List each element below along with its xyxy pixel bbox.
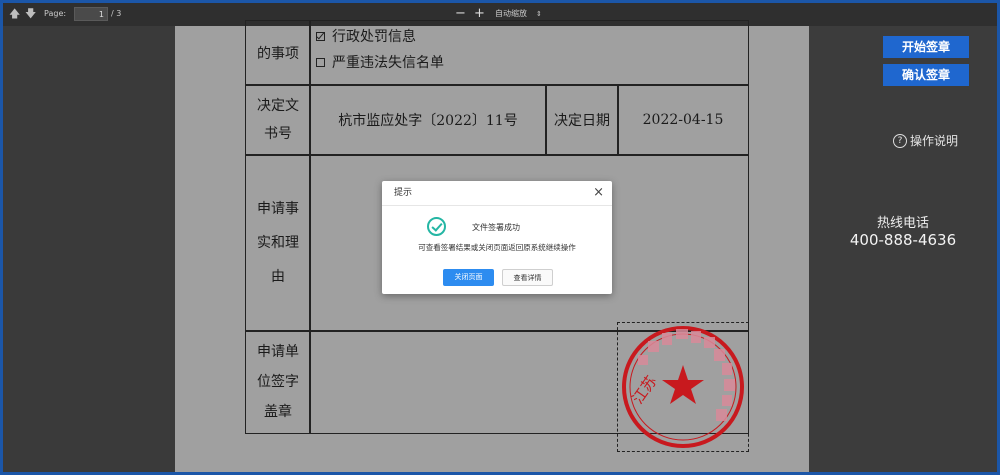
checkbox-dishonest-list[interactable]: 严重违法失信名单 bbox=[316, 49, 748, 75]
help-label: 操作说明 bbox=[910, 134, 959, 148]
checkbox-checked-icon[interactable] bbox=[316, 31, 325, 41]
seal-text: 江苏 bbox=[629, 372, 661, 407]
zoom-out-button[interactable]: − bbox=[455, 7, 466, 21]
row-label-facts-reasons: 申请事 实和理 由 bbox=[245, 154, 311, 332]
row-label-text: 由 bbox=[271, 269, 285, 285]
question-icon: ? bbox=[893, 133, 907, 148]
checkbox-admin-penalty[interactable]: 行政处罚信息 bbox=[316, 23, 748, 49]
row-label-signature: 申请单 位签字 盖章 bbox=[245, 330, 311, 434]
decision-date-text: 2022-04-15 bbox=[642, 112, 724, 128]
previous-page-icon[interactable]: 🡅 bbox=[9, 7, 20, 21]
row-label-text: 盖章 bbox=[264, 404, 292, 420]
row-label-text: 的事项 bbox=[257, 46, 299, 62]
hotline-number: 400-888-4636 bbox=[849, 231, 957, 249]
sign-sidebar: 开始签章 确认签章 ? 操作说明 热线电话 400-888-4636 bbox=[809, 26, 997, 472]
start-sign-button[interactable]: 开始签章 bbox=[883, 36, 969, 58]
checkbox-label: 行政处罚信息 bbox=[332, 29, 416, 45]
page-number-input[interactable]: 1 bbox=[74, 7, 108, 21]
decision-date-label-text: 决定日期 bbox=[554, 113, 610, 129]
app-frame: 🡅 🡇 Page: 1 / 3 − + 自动缩放 ⇕ 的事项 行政处罚信息 严重… bbox=[3, 3, 997, 472]
close-icon[interactable]: × bbox=[593, 181, 604, 205]
row-label-text: 实和理 bbox=[257, 235, 299, 251]
row-label-text: 申请事 bbox=[257, 201, 299, 217]
company-seal-icon: 江苏 bbox=[622, 326, 744, 448]
decision-date-label: 决定日期 bbox=[545, 84, 619, 156]
next-page-icon[interactable]: 🡇 bbox=[25, 7, 36, 21]
decision-date-value: 2022-04-15 bbox=[617, 84, 749, 156]
zoom-select-caret-icon[interactable]: ⇕ bbox=[536, 7, 542, 21]
checkbox-unchecked-icon[interactable] bbox=[316, 57, 325, 67]
row-label-text: 位签字 bbox=[257, 374, 299, 390]
success-check-icon bbox=[427, 217, 446, 236]
zoom-select[interactable]: 自动缩放 bbox=[495, 7, 527, 21]
matters-cell: 行政处罚信息 严重违法失信名单 bbox=[309, 20, 749, 86]
page-total: / 3 bbox=[111, 9, 122, 18]
sign-success-dialog: 提示 × 文件签署成功 可查看签署结果或关闭页面返回原系统继续操作 关闭页面 查… bbox=[382, 181, 612, 294]
hotline-label: 热线电话 bbox=[876, 216, 929, 231]
checkbox-label: 严重违法失信名单 bbox=[332, 55, 444, 71]
dialog-title: 提示 bbox=[394, 188, 413, 198]
decision-number-value: 杭市监应处字〔2022〕11号 bbox=[309, 84, 547, 156]
row-label-decision-number: 决定文 书号 bbox=[245, 84, 311, 156]
close-page-button[interactable]: 关闭页面 bbox=[443, 269, 494, 286]
decision-number-text: 杭市监应处字〔2022〕11号 bbox=[338, 113, 518, 129]
seal-selection-box[interactable]: 江苏 bbox=[617, 322, 749, 452]
success-message: 可查看签署结果或关闭页面返回原系统继续操作 bbox=[418, 243, 576, 252]
row-label-matters: 的事项 bbox=[245, 20, 311, 86]
page-label: Page: bbox=[44, 9, 67, 18]
confirm-sign-button[interactable]: 确认签章 bbox=[883, 64, 969, 86]
success-title: 文件签署成功 bbox=[472, 223, 520, 232]
row-label-text: 申请单 bbox=[257, 344, 299, 360]
zoom-in-button[interactable]: + bbox=[474, 7, 485, 21]
help-link[interactable]: ? 操作说明 bbox=[893, 132, 958, 149]
dialog-header: 提示 × bbox=[382, 181, 612, 206]
view-detail-button[interactable]: 查看详情 bbox=[502, 269, 553, 286]
row-label-text: 书号 bbox=[264, 126, 292, 142]
row-label-text: 决定文 bbox=[257, 98, 299, 114]
